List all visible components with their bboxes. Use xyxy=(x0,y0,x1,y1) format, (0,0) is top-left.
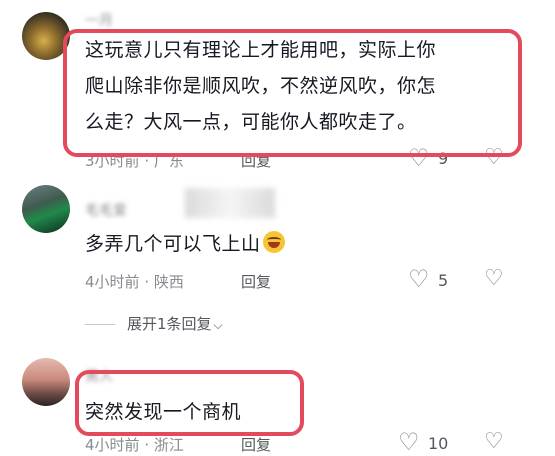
comment-line: 么走？大风一点，可能你人都吹走了。 xyxy=(85,111,417,133)
comment-meta: 4小时前 · 陕西 xyxy=(85,271,184,292)
comment-time: 4小时前 xyxy=(85,273,140,291)
broken-heart-outline-icon[interactable]: ♡ xyxy=(484,430,504,454)
comment-line: 突然发现一个商机 xyxy=(85,401,242,423)
blurred-decoration xyxy=(185,188,275,218)
comment-meta: 3小时前 · 广东 xyxy=(85,150,184,171)
separator-dot: · xyxy=(144,273,154,291)
heart-outline-icon[interactable]: ♡ xyxy=(398,430,420,454)
divider-line xyxy=(85,324,115,325)
username[interactable]: 一月 xyxy=(85,10,113,30)
username[interactable]: 毛毛爱 xyxy=(85,200,127,220)
comment-location: 陕西 xyxy=(153,273,184,291)
username[interactable]: 男人 xyxy=(85,366,113,386)
comment-time: 3小时前 xyxy=(85,152,140,170)
comment-line: 爬山除非你是顺风吹，不然逆风吹，你怎 xyxy=(85,75,437,97)
separator-dot: · xyxy=(144,152,154,170)
avatar[interactable] xyxy=(22,358,70,406)
heart-outline-icon[interactable]: ♡ xyxy=(408,267,430,291)
reply-button[interactable]: 回复 xyxy=(241,150,271,171)
comment-line: 多弄几个可以飞上山 xyxy=(85,233,261,255)
reply-button[interactable]: 回复 xyxy=(241,434,271,455)
expand-replies-button[interactable]: 展开1条回复 ⌵ xyxy=(85,313,223,334)
comment-location: 广东 xyxy=(153,152,184,170)
broken-heart-outline-icon[interactable]: ♡ xyxy=(484,146,504,170)
avatar[interactable] xyxy=(22,12,70,60)
comment-line: 这玩意儿只有理论上才能用吧，实际上你 xyxy=(85,39,437,61)
comment-meta: 4小时前 · 浙江 xyxy=(85,434,184,455)
broken-heart-outline-icon[interactable]: ♡ xyxy=(484,267,504,291)
comment-time: 4小时前 xyxy=(85,436,140,454)
like-count: 5 xyxy=(438,271,449,290)
comment-location: 浙江 xyxy=(153,436,184,454)
like-count: 9 xyxy=(438,149,449,168)
avatar[interactable] xyxy=(22,185,70,233)
heart-outline-icon[interactable]: ♡ xyxy=(408,146,430,170)
separator-dot: · xyxy=(144,436,154,454)
chevron-down-icon: ⌵ xyxy=(213,318,223,332)
expand-label: 展开1条回复 xyxy=(127,315,212,333)
comment-text: 多弄几个可以飞上山 xyxy=(85,226,285,262)
comment-text: 这玩意儿只有理论上才能用吧，实际上你 爬山除非你是顺风吹，不然逆风吹，你怎 么走… xyxy=(85,32,436,140)
comment-text: 突然发现一个商机 xyxy=(85,394,241,430)
like-count: 10 xyxy=(428,434,449,453)
reply-button[interactable]: 回复 xyxy=(241,271,271,292)
laughing-emoji-icon xyxy=(262,231,285,253)
